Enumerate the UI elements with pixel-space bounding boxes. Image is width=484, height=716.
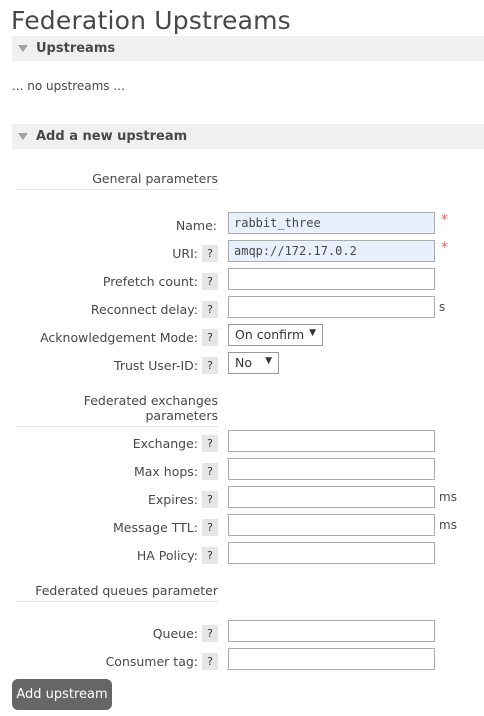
chevron-down-icon: ▼ [309,328,316,338]
empty-upstreams-text: ... no upstreams ... [12,79,125,93]
max-hops-label: Max hops: [133,464,198,479]
message-ttl-help-icon[interactable]: ? [202,519,218,536]
ack-mode-value: On confirm [235,327,305,342]
queue-help-icon[interactable]: ? [202,625,218,642]
queue-input[interactable] [228,620,435,642]
consumer-tag-help-icon[interactable]: ? [202,653,218,670]
ack-mode-select[interactable]: On confirm ▼ [228,324,323,346]
collapse-triangle-icon [18,45,28,52]
prefetch-help-icon[interactable]: ? [202,273,218,290]
ack-mode-label: Acknowledgement Mode: [40,330,198,345]
expires-label: Expires: [148,492,198,507]
name-required-marker: * [441,212,448,228]
reconnect-unit: s [439,300,446,314]
ack-mode-help-icon[interactable]: ? [202,329,218,346]
ha-policy-input[interactable] [228,542,435,564]
max-hops-input[interactable] [228,458,435,480]
expires-input[interactable] [228,486,435,508]
add-upstream-header-label: Add a new upstream [36,129,188,144]
ha-policy-label: HA Policy: [136,548,198,563]
name-label: Name: [175,218,217,233]
exchange-label: Exchange: [132,436,198,451]
trust-user-id-select[interactable]: No ▼ [228,352,279,374]
expires-unit: ms [439,490,457,504]
uri-help-icon[interactable]: ? [202,245,218,262]
prefetch-count-input[interactable] [228,268,435,290]
uri-input[interactable] [228,240,435,262]
collapse-triangle-icon [18,133,28,140]
queue-label: Queue: [152,626,198,641]
general-parameters-title: General parameters [17,171,218,190]
exchange-input[interactable] [228,430,435,452]
trust-user-id-label: Trust User-ID: [114,358,198,373]
page-title: Federation Upstreams [11,6,291,35]
uri-required-marker: * [441,240,448,256]
exchange-help-icon[interactable]: ? [202,435,218,452]
message-ttl-unit: ms [439,518,457,532]
exchanges-parameters-title: Federated exchanges parameters [17,393,218,427]
message-ttl-label: Message TTL: [113,520,198,535]
add-upstream-button[interactable]: Add upstream [12,679,112,710]
max-hops-help-icon[interactable]: ? [202,463,218,480]
trust-user-id-value: No [235,355,252,370]
chevron-down-icon: ▼ [265,356,272,366]
reconnect-delay-input[interactable] [228,296,435,318]
consumer-tag-input[interactable] [228,648,435,670]
uri-label: URI: [172,246,198,261]
queues-parameter-title: Federated queues parameter [17,583,218,602]
expires-help-icon[interactable]: ? [202,491,218,508]
upstreams-header-label: Upstreams [36,41,116,56]
trust-help-icon[interactable]: ? [202,357,218,374]
reconnect-help-icon[interactable]: ? [202,301,218,318]
upstreams-section-header[interactable]: Upstreams [12,36,484,61]
message-ttl-input[interactable] [228,514,435,536]
ha-policy-help-icon[interactable]: ? [202,547,218,564]
name-input[interactable] [228,212,435,234]
consumer-tag-label: Consumer tag: [105,654,198,669]
prefetch-count-label: Prefetch count: [102,274,198,289]
add-upstream-section-header[interactable]: Add a new upstream [12,124,484,149]
reconnect-delay-label: Reconnect delay: [90,302,198,317]
